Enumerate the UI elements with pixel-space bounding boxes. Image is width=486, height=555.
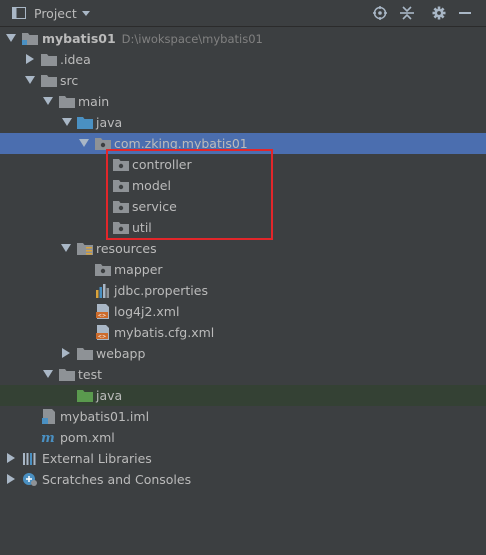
folder-label: webapp — [96, 346, 146, 361]
file-label: mybatis01.iml — [60, 409, 150, 424]
svg-text:<>: <> — [98, 313, 106, 319]
folder-label: java — [96, 115, 123, 130]
tree-item-package[interactable]: com.zking.mybatis01 — [0, 133, 486, 154]
properties-file-icon — [96, 284, 109, 298]
folder-icon — [41, 54, 57, 66]
tree-item-util[interactable]: util — [0, 217, 486, 238]
folder-label: main — [78, 94, 110, 109]
test-folder-icon — [77, 390, 93, 402]
expand-arrow-icon[interactable] — [43, 97, 53, 105]
source-folder-icon — [77, 117, 93, 129]
project-toolbar: Project — [0, 0, 486, 27]
libraries-icon — [23, 453, 36, 465]
project-view-title[interactable]: Project — [34, 6, 77, 21]
folder-label: src — [60, 73, 79, 88]
folder-label: mapper — [114, 262, 163, 277]
package-label: service — [132, 199, 177, 214]
expand-arrow-icon[interactable] — [61, 244, 71, 252]
expand-arrow-icon[interactable] — [7, 453, 15, 463]
project-view-icon — [12, 7, 26, 19]
tree-item-log4j2-xml[interactable]: <> log4j2.xml — [0, 301, 486, 322]
tree-item-external-libraries[interactable]: External Libraries — [0, 448, 486, 469]
folder-label: .idea — [60, 52, 91, 67]
package-label: model — [132, 178, 171, 193]
package-icon — [95, 264, 111, 276]
svg-text:m: m — [41, 431, 55, 445]
expand-arrow-icon[interactable] — [7, 474, 15, 484]
package-label: util — [132, 220, 152, 235]
module-path: D:\iwokspace\mybatis01 — [121, 32, 263, 46]
locate-icon[interactable] — [373, 6, 387, 20]
folder-icon — [59, 369, 75, 381]
project-tree: mybatis01 D:\iwokspace\mybatis01 .idea sr… — [0, 27, 486, 555]
package-label: com.zking.mybatis01 — [114, 136, 248, 151]
scratches-icon — [23, 473, 37, 486]
folder-icon — [77, 348, 93, 360]
hide-icon[interactable] — [459, 12, 471, 15]
tree-item-resources[interactable]: resources — [0, 238, 486, 259]
tree-item-service[interactable]: service — [0, 196, 486, 217]
tree-item-test[interactable]: test — [0, 364, 486, 385]
module-folder-icon — [22, 33, 38, 45]
collapse-all-icon[interactable] — [400, 6, 414, 20]
package-icon — [113, 180, 129, 192]
expand-arrow-icon[interactable] — [25, 76, 35, 84]
settings-icon[interactable] — [432, 6, 446, 20]
expand-arrow-icon[interactable] — [62, 118, 72, 126]
expand-arrow-icon[interactable] — [43, 370, 53, 378]
scratches-label: Scratches and Consoles — [42, 472, 192, 487]
tree-item-webapp[interactable]: webapp — [0, 343, 486, 364]
tree-item-scratches[interactable]: Scratches and Consoles — [0, 469, 486, 490]
file-label: jdbc.properties — [114, 283, 208, 298]
expand-arrow-icon[interactable] — [26, 54, 34, 64]
folder-icon — [41, 75, 57, 87]
dropdown-icon[interactable] — [82, 11, 90, 16]
svg-text:<>: <> — [98, 334, 106, 340]
tree-item-mapper[interactable]: mapper — [0, 259, 486, 280]
module-name: mybatis01 — [42, 31, 116, 46]
tree-item-controller[interactable]: controller — [0, 154, 486, 175]
xml-file-icon: <> — [96, 325, 109, 340]
maven-icon: m — [41, 431, 55, 445]
tree-item-iml[interactable]: mybatis01.iml — [0, 406, 486, 427]
iml-file-icon — [42, 409, 55, 424]
expand-arrow-icon[interactable] — [62, 348, 70, 358]
tree-item-src[interactable]: src — [0, 70, 486, 91]
package-icon — [113, 159, 129, 171]
xml-file-icon: <> — [96, 304, 109, 319]
package-icon — [113, 201, 129, 213]
tree-item-main[interactable]: main — [0, 91, 486, 112]
tree-item-mybatis01[interactable]: mybatis01 D:\iwokspace\mybatis01 — [0, 28, 486, 49]
tree-item-mybatis-cfg-xml[interactable]: <> mybatis.cfg.xml — [0, 322, 486, 343]
tree-item-pom[interactable]: m pom.xml — [0, 427, 486, 448]
package-icon — [113, 222, 129, 234]
package-icon — [95, 138, 111, 150]
file-label: pom.xml — [60, 430, 115, 445]
folder-label: test — [78, 367, 103, 382]
tree-item-java[interactable]: java — [0, 112, 486, 133]
expand-arrow-icon[interactable] — [6, 34, 16, 42]
package-label: controller — [132, 157, 192, 172]
tree-item-test-java[interactable]: java — [0, 385, 486, 406]
resources-folder-icon — [77, 243, 93, 255]
file-label: mybatis.cfg.xml — [114, 325, 215, 340]
tree-item-jdbc-properties[interactable]: jdbc.properties — [0, 280, 486, 301]
folder-label: java — [96, 388, 123, 403]
expand-arrow-icon[interactable] — [79, 139, 89, 147]
file-label: log4j2.xml — [114, 304, 180, 319]
external-libraries-label: External Libraries — [42, 451, 152, 466]
tree-item-idea[interactable]: .idea — [0, 49, 486, 70]
folder-label: resources — [96, 241, 157, 256]
folder-icon — [59, 96, 75, 108]
tree-item-model[interactable]: model — [0, 175, 486, 196]
